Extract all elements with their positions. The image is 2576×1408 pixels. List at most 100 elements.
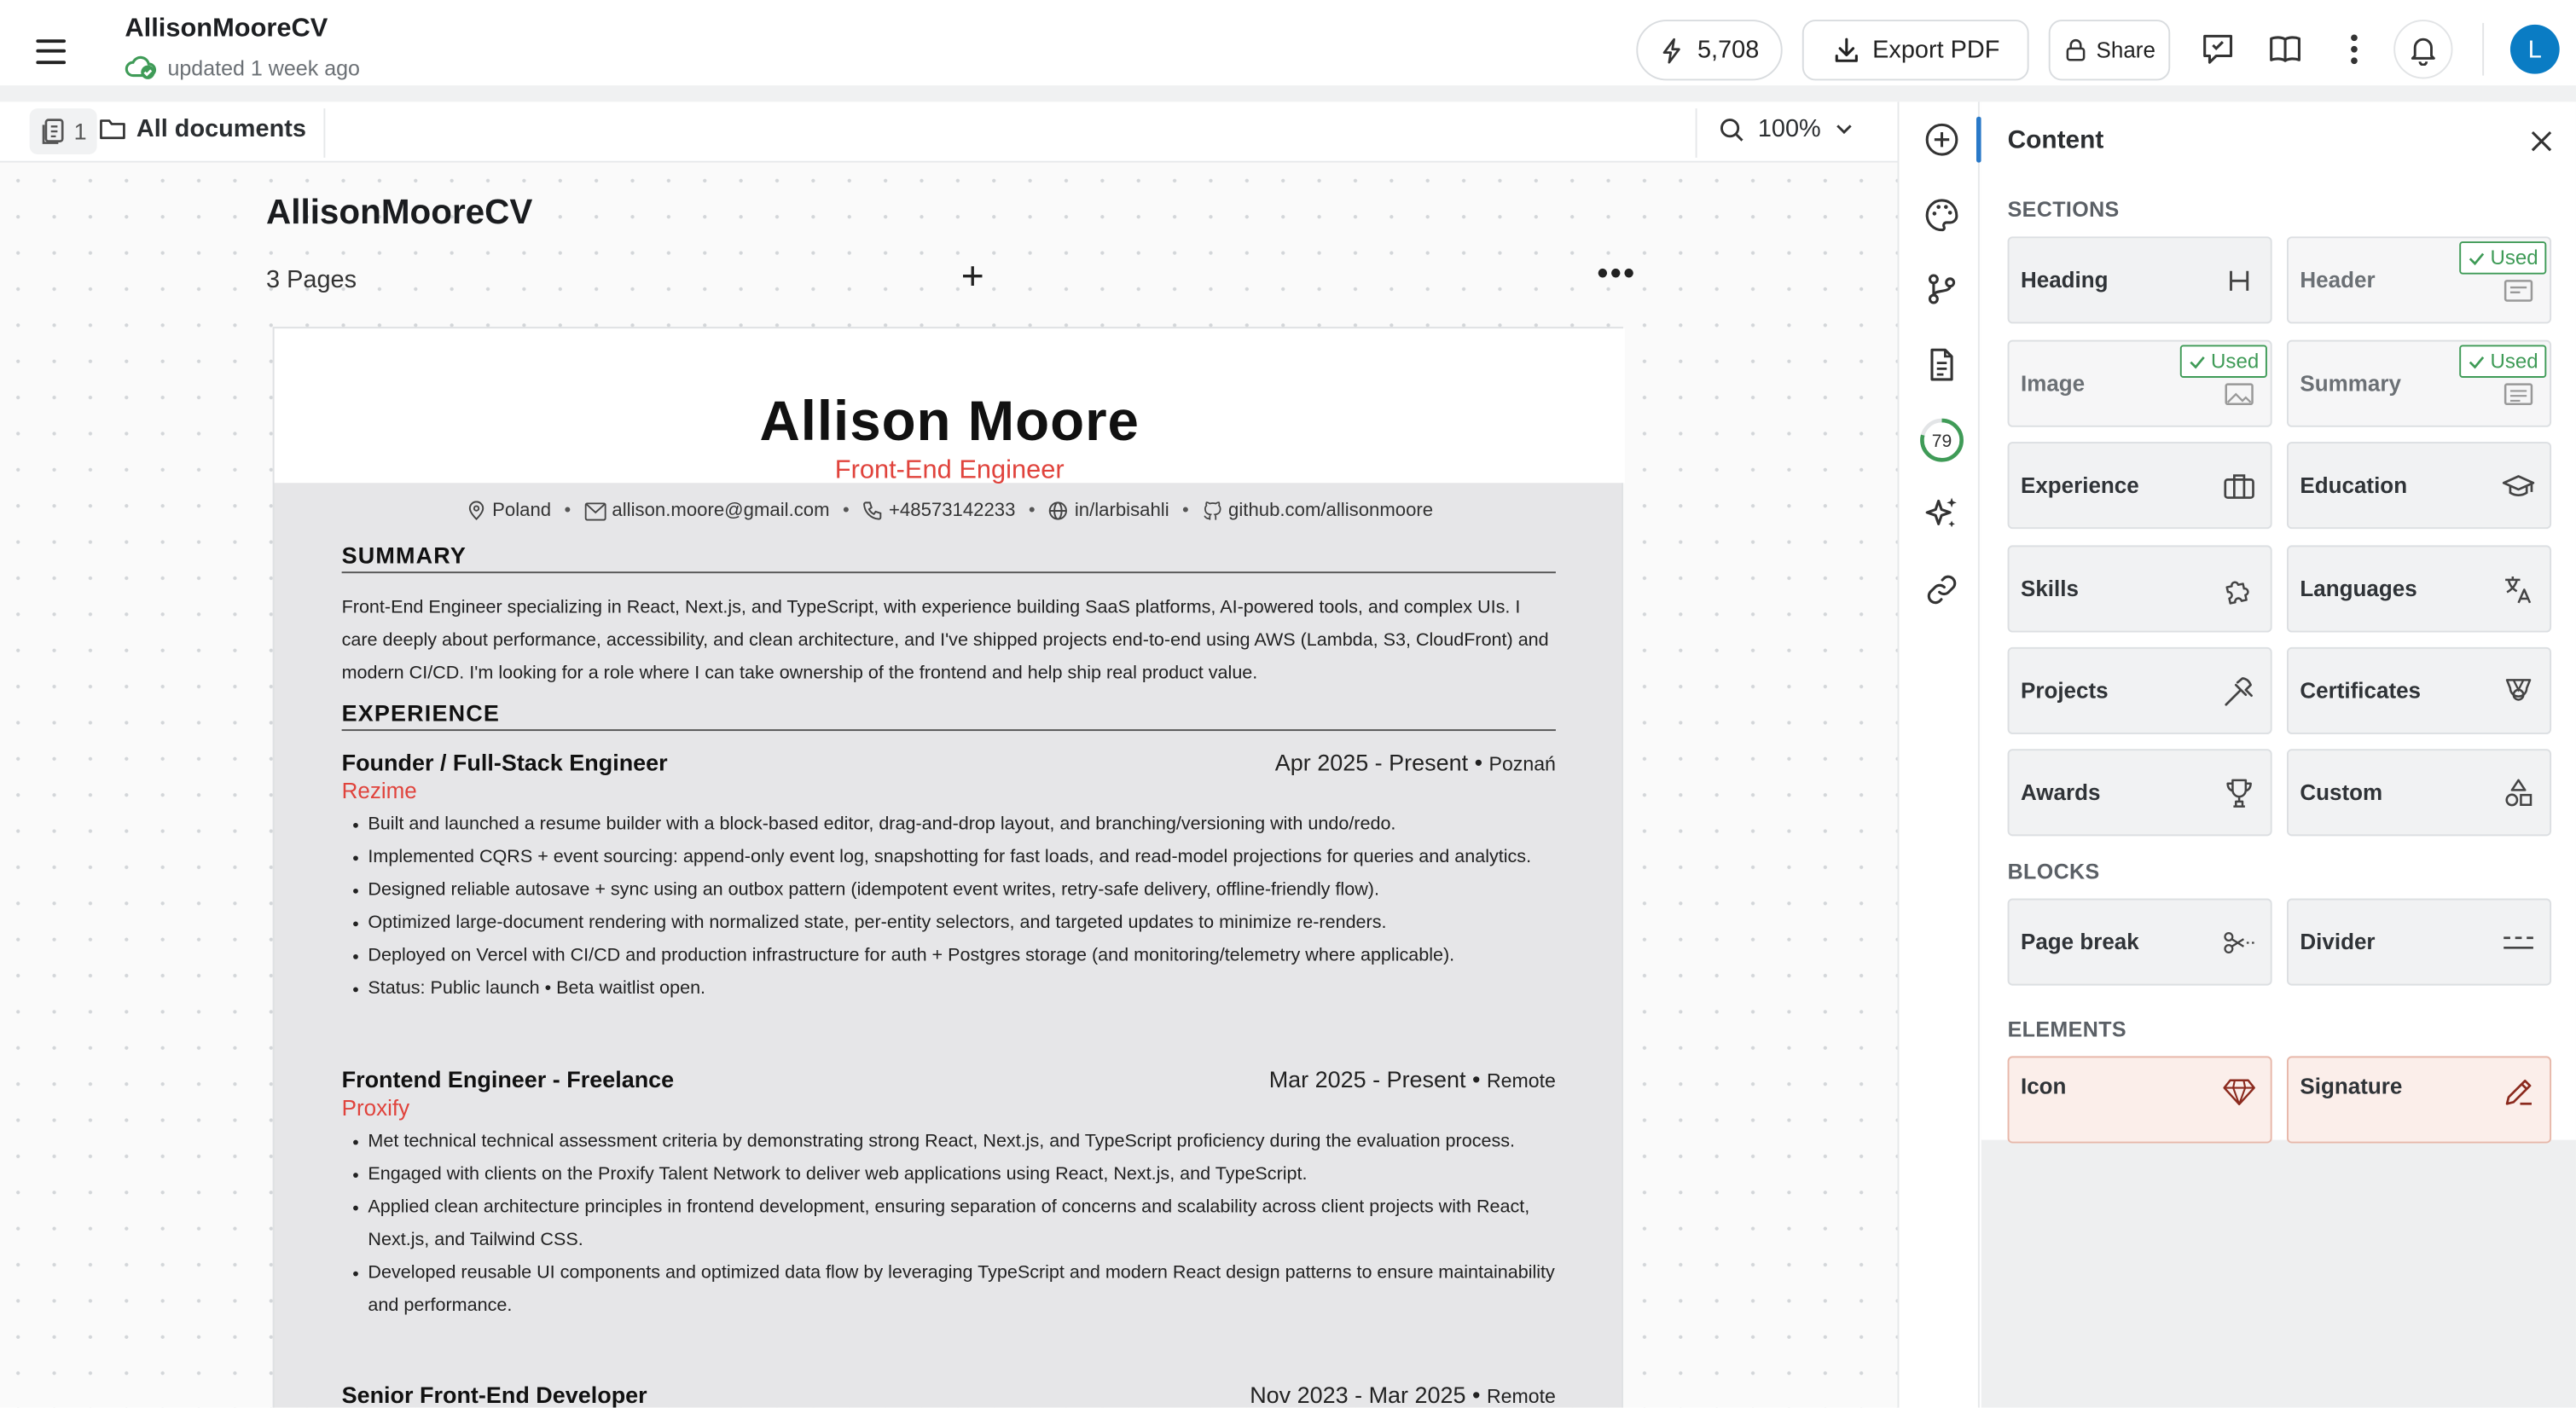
pen-icon	[2502, 1076, 2535, 1110]
editor-canvas[interactable]: AllisonMooreCV 3 Pages + ••• Allison Moo…	[0, 162, 1898, 1408]
contact-linkedin[interactable]: in/larbisahli	[1048, 501, 1169, 521]
summary-text[interactable]: Front-End Engineer specializing in React…	[342, 591, 1556, 690]
save-status: updated 1 week ago	[125, 55, 360, 81]
tile-label: Awards	[2020, 779, 2101, 805]
page-count-label: 3 Pages	[266, 266, 357, 294]
tile-label: Projects	[2020, 678, 2109, 704]
job-bullets: Met technical technical assessment crite…	[342, 1125, 1556, 1322]
notifications-icon[interactable]	[2393, 20, 2453, 79]
experience-entry[interactable]: Senior Front-End Developer Nov 2023 - Ma…	[342, 1382, 1556, 1408]
experience-entry[interactable]: Frontend Engineer - Freelance Mar 2025 -…	[342, 1066, 1556, 1322]
document-icon[interactable]	[1920, 344, 1963, 386]
trophy-icon	[2223, 777, 2256, 810]
all-documents-link[interactable]: All documents	[99, 115, 306, 143]
check-icon	[2469, 356, 2484, 368]
contact-location[interactable]: Poland	[466, 501, 551, 521]
panel-title: Content	[2007, 126, 2104, 155]
zoom-control[interactable]: 100%	[1719, 115, 1856, 143]
section-tile-header[interactable]: Header Used	[2286, 236, 2552, 324]
sparkles-icon[interactable]	[1920, 493, 1963, 536]
separator-dot: •	[1182, 501, 1189, 521]
section-tile-skills[interactable]: Skills	[2007, 545, 2272, 633]
email-text: allison.moore@gmail.com	[612, 501, 830, 521]
job-dates: Apr 2025 - Present • Poznań	[1274, 749, 1556, 776]
add-page-button[interactable]: +	[961, 255, 984, 301]
section-tile-awards[interactable]: Awards	[2007, 749, 2272, 837]
ats-score-ring[interactable]: 79	[1919, 417, 1965, 463]
credits-count: 5,708	[1697, 36, 1760, 65]
element-tile-signature[interactable]: Signature	[2286, 1056, 2552, 1144]
contact-github[interactable]: github.com/allisonmoore	[1202, 501, 1433, 521]
link-icon[interactable]	[1920, 568, 1963, 611]
divider-icon	[2502, 926, 2535, 959]
separator-dot: •	[1028, 501, 1036, 521]
menu-icon[interactable]	[26, 26, 76, 76]
experience-entry[interactable]: Founder / Full-Stack Engineer Apr 2025 -…	[342, 749, 1556, 1005]
pages-toggle[interactable]: 1	[29, 108, 97, 155]
book-icon[interactable]	[2260, 25, 2310, 74]
used-badge: Used	[2458, 241, 2547, 275]
section-tile-projects[interactable]: Projects	[2007, 646, 2272, 734]
contact-phone[interactable]: +48573142233	[862, 501, 1015, 521]
summary-heading[interactable]: SUMMARY	[341, 542, 1556, 574]
list-item: Status: Public launch • Beta waitlist op…	[342, 972, 1556, 1005]
linkedin-text: in/larbisahli	[1074, 501, 1169, 521]
share-label: Share	[2096, 38, 2155, 63]
tile-label: Signature	[2300, 1074, 2403, 1099]
chevron-down-icon	[1836, 125, 1853, 135]
element-tile-icon[interactable]: Icon	[2007, 1056, 2272, 1144]
used-label: Used	[2490, 246, 2538, 269]
divider	[1695, 108, 1697, 158]
experience-heading[interactable]: EXPERIENCE	[341, 699, 1556, 732]
resume-name[interactable]: Allison Moore	[275, 391, 1625, 455]
export-pdf-button[interactable]: Export PDF	[1801, 20, 2029, 81]
branch-icon[interactable]	[1920, 268, 1963, 310]
puzzle-icon	[2223, 573, 2256, 606]
ats-score-value: 79	[1932, 432, 1952, 451]
share-button[interactable]: Share	[2048, 20, 2171, 81]
feedback-icon[interactable]	[2193, 25, 2242, 74]
job-location: Remote	[1486, 1384, 1556, 1408]
palette-icon[interactable]	[1920, 194, 1963, 236]
section-tile-languages[interactable]: Languages	[2286, 545, 2552, 633]
lightning-icon	[1663, 37, 1681, 63]
section-tile-custom[interactable]: Custom	[2286, 749, 2552, 837]
contact-email[interactable]: allison.moore@gmail.com	[583, 501, 830, 521]
company-name: Proxify	[341, 1095, 410, 1121]
divider	[323, 108, 326, 158]
section-tile-image[interactable]: Image Used	[2007, 339, 2272, 427]
document-title[interactable]: AllisonMooreCV	[125, 14, 328, 44]
section-tile-certificates[interactable]: Certificates	[2286, 646, 2552, 734]
section-tile-heading[interactable]: Heading	[2007, 236, 2272, 324]
close-icon[interactable]	[2523, 123, 2559, 159]
job-title: Founder / Full-Stack Engineer	[341, 749, 668, 776]
avatar[interactable]: L	[2509, 24, 2560, 74]
folder-icon	[100, 119, 125, 140]
section-tile-education[interactable]: Education	[2286, 442, 2552, 530]
more-vertical-icon[interactable]	[2329, 25, 2379, 74]
image-icon	[2223, 378, 2256, 411]
used-label: Used	[2211, 350, 2260, 374]
phone-icon	[863, 501, 882, 520]
resume-role[interactable]: Front-End Engineer	[275, 456, 1625, 486]
side-rail: 79	[1897, 101, 1981, 1408]
list-item: Applied clean architecture principles in…	[342, 1191, 1556, 1256]
section-tile-summary[interactable]: Summary Used	[2286, 339, 2552, 427]
list-item: Built and launched a resume builder with…	[342, 808, 1556, 842]
block-tile-divider[interactable]: Divider	[2286, 898, 2552, 986]
credits-button[interactable]: 5,708	[1636, 20, 1783, 81]
resume-page[interactable]: Allison Moore Front-End Engineer Poland …	[272, 327, 1625, 1408]
all-documents-label: All documents	[136, 114, 306, 143]
hammer-icon	[2223, 675, 2256, 709]
list-item: Deployed on Vercel with CI/CD and produc…	[342, 940, 1556, 973]
tile-label: Certificates	[2300, 678, 2422, 704]
map-pin-icon	[468, 501, 484, 520]
used-badge: Used	[2179, 345, 2267, 378]
summary-icon	[2502, 378, 2535, 411]
list-item: Engaged with clients on the Proxify Tale…	[342, 1158, 1556, 1191]
add-content-icon[interactable]	[1920, 119, 1963, 161]
section-tile-experience[interactable]: Experience	[2007, 442, 2272, 530]
page-options-button[interactable]: •••	[1597, 256, 1636, 293]
block-tile-page-break[interactable]: Page break	[2007, 898, 2272, 986]
search-icon	[1720, 118, 1743, 141]
